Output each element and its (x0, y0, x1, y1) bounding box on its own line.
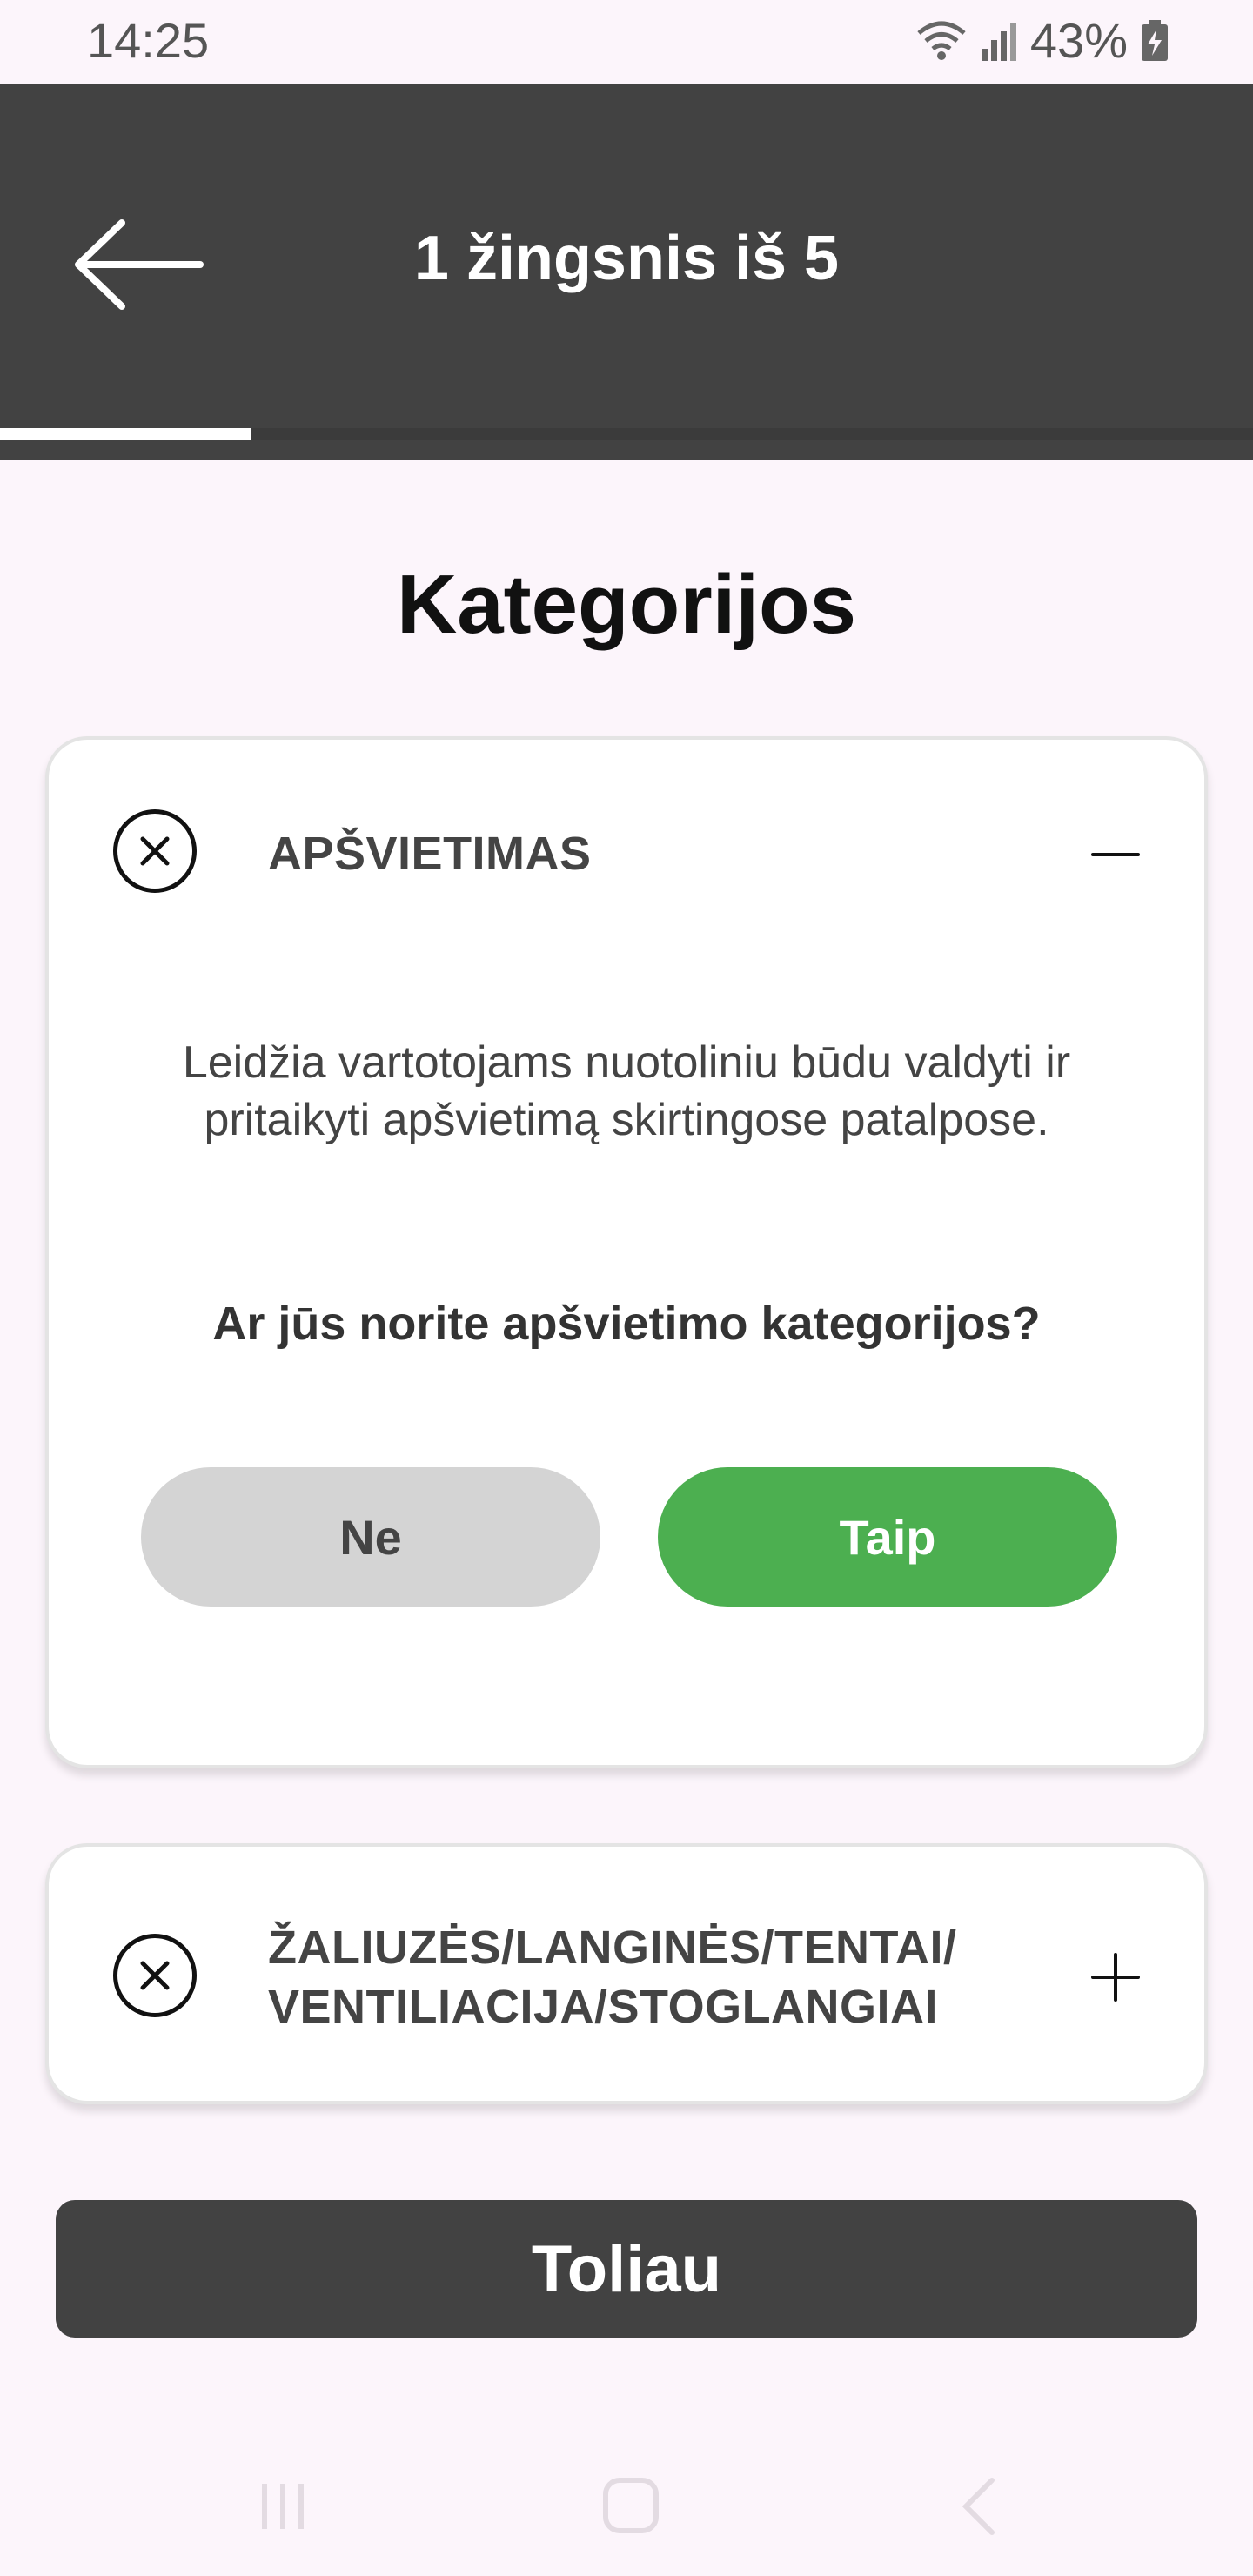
page-title: Kategorijos (396, 558, 857, 651)
app-screen: 14:25 43% 1 žingsnis iš 5 Kategorijos AP… (0, 0, 1253, 2576)
status-time: 14:25 (87, 13, 210, 68)
signal-icon (980, 19, 1018, 63)
back-nav-icon[interactable] (940, 2472, 1018, 2541)
step-progress-bar (0, 428, 1253, 440)
next-button[interactable]: Toliau (56, 2200, 1197, 2338)
remove-category-button[interactable] (113, 809, 197, 893)
category-label[interactable]: ŽALIUZĖS/LANGINĖS/TENTAI/ VENTILIACIJA/S… (268, 1918, 1051, 2036)
remove-category-button[interactable] (113, 1934, 197, 2017)
minus-icon[interactable] (1088, 827, 1143, 882)
recent-apps-icon[interactable] (244, 2472, 322, 2541)
category-question: Ar jūs norite apšvietimo kategorijos? (212, 1298, 1041, 1350)
close-circle-icon (140, 1961, 170, 1990)
category-label[interactable]: APŠVIETIMAS (268, 827, 592, 881)
yes-button[interactable]: Taip (658, 1467, 1117, 1607)
system-nav-bar (0, 2437, 1253, 2576)
plus-icon[interactable] (1088, 1949, 1143, 2005)
status-icons: 43% (915, 12, 1169, 69)
home-icon[interactable] (592, 2472, 670, 2541)
wifi-icon (915, 19, 968, 63)
category-card-blinds[interactable]: ŽALIUZĖS/LANGINĖS/TENTAI/ VENTILIACIJA/S… (45, 1843, 1208, 2104)
category-description: Leidžia vartotojams nuotoliniu būdu vald… (182, 1037, 1071, 1145)
step-progress-fill (0, 428, 251, 440)
battery-charging-icon (1140, 19, 1169, 63)
step-title: 1 žingsnis iš 5 (413, 224, 840, 293)
status-bar: 14:25 43% (0, 0, 1253, 84)
no-button[interactable]: Ne (141, 1467, 600, 1607)
close-circle-icon (140, 836, 170, 866)
battery-percent: 43% (1029, 13, 1128, 68)
category-card-lighting: APŠVIETIMAS Leidžia vartotojams nuotolin… (45, 736, 1208, 1768)
app-header: 1 žingsnis iš 5 (0, 84, 1253, 460)
